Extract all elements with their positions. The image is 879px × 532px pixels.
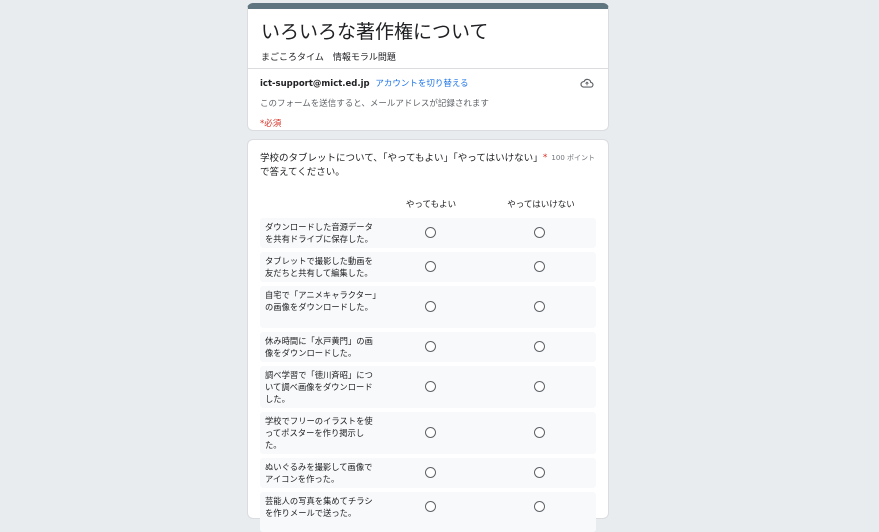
grid-row: 休み時間に「水戸黄門」の画像をダウンロードした。 [260, 332, 596, 362]
radio-allowed[interactable] [425, 467, 436, 478]
grid-row: 調べ学習で「徳川斉昭」について調べ画像をダウンロードした。 [260, 366, 596, 408]
grid-row: ぬいぐるみを撮影して画像でアイコンを作った。 [260, 458, 596, 488]
radio-allowed[interactable] [425, 381, 436, 392]
account-row: ict-support@mict.ed.jp アカウントを切り替える [260, 77, 469, 89]
points-label: 100 ポイント [551, 154, 595, 162]
row-label: 休み時間に「水戸黄門」の画像をダウンロードした。 [265, 336, 373, 358]
cloud-save-icon[interactable] [580, 77, 594, 89]
radio-allowed[interactable] [425, 261, 436, 272]
form-header-card: いろいろな著作権について まごころタイム 情報モラル問題 ict-support… [247, 3, 609, 131]
radio-forbidden[interactable] [534, 501, 545, 512]
switch-account-link[interactable]: アカウントを切り替える [375, 79, 468, 89]
row-label: 自宅で「アニメキャラクター」の画像をダウンロードした。 [265, 290, 377, 312]
account-email: ict-support@mict.ed.jp [260, 79, 370, 89]
required-note: *必須 [260, 119, 282, 129]
row-label: 学校でフリーのイラストを使ってポスターを作り掲示した。 [265, 416, 373, 450]
radio-allowed[interactable] [425, 427, 436, 438]
grid-row: ダウンロードした音源データを共有ドライブに保存した。 [260, 218, 596, 248]
radio-forbidden[interactable] [534, 467, 545, 478]
radio-allowed[interactable] [425, 501, 436, 512]
column-header-allowed: やってもよい [405, 200, 457, 210]
radio-forbidden[interactable] [534, 427, 545, 438]
radio-forbidden[interactable] [534, 341, 545, 352]
divider [248, 68, 608, 69]
radio-allowed[interactable] [425, 227, 436, 238]
grid-row: タブレットで撮影した動画を友だちと共有して編集した。 [260, 252, 596, 282]
question-card: 学校のタブレットについて、「やってもよい」「やってはいけない」で答えてください。… [247, 139, 609, 532]
question-title: 学校のタブレットについて、「やってもよい」「やってはいけない」で答えてください。 [260, 153, 543, 178]
column-header-forbidden: やってはいけない [507, 200, 575, 210]
row-label: ぬいぐるみを撮影して画像でアイコンを作った。 [265, 462, 373, 484]
radio-forbidden[interactable] [534, 381, 545, 392]
row-label: タブレットで撮影した動画を友だちと共有して編集した。 [265, 256, 373, 278]
row-label: 芸能人の写真を集めてチラシを作りメールで送った。 [265, 496, 373, 518]
radio-allowed[interactable] [425, 301, 436, 312]
radio-forbidden[interactable] [534, 301, 545, 312]
email-notice: このフォームを送信すると、メールアドレスが記録されます [260, 99, 489, 109]
grid-row: 学校でフリーのイラストを使ってポスターを作り掲示した。 [260, 412, 596, 454]
question-meta: * 100 ポイント [543, 153, 595, 163]
grid-row: 自宅で「アニメキャラクター」の画像をダウンロードした。 [260, 286, 596, 328]
radio-forbidden[interactable] [534, 227, 545, 238]
form-description: まごころタイム 情報モラル問題 [261, 53, 396, 63]
grid-row: 芸能人の写真を集めてチラシを作りメールで送った。 [260, 492, 596, 532]
form-title: いろいろな著作権について [261, 21, 489, 43]
required-mark: * [542, 153, 548, 163]
row-label: ダウンロードした音源データを共有ドライブに保存した。 [265, 222, 373, 244]
radio-allowed[interactable] [425, 341, 436, 352]
radio-forbidden[interactable] [534, 261, 545, 272]
row-label: 調べ学習で「徳川斉昭」について調べ画像をダウンロードした。 [265, 370, 373, 404]
